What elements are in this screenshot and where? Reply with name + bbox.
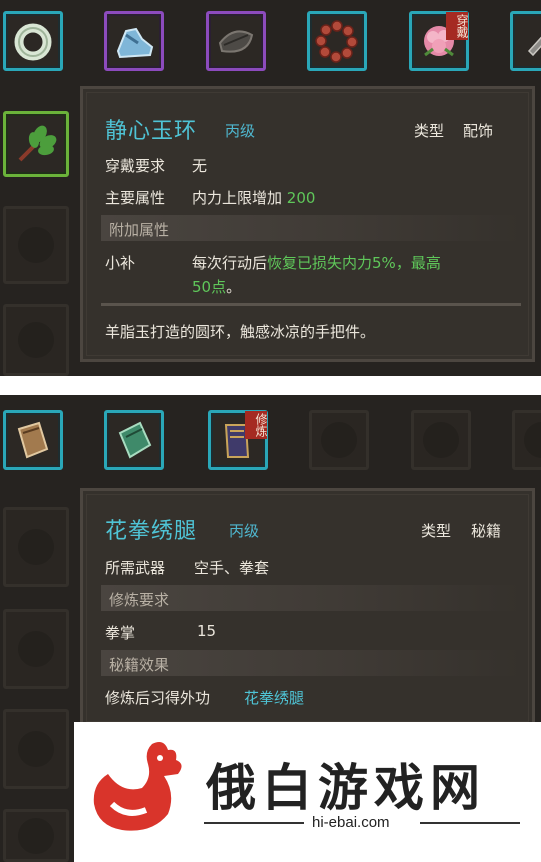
- item-slot-selected[interactable]: [3, 111, 69, 177]
- watermark-domain: hi-ebai.com: [312, 814, 390, 831]
- extra-attr-desc-line2: 50点。: [192, 278, 242, 296]
- item-slot[interactable]: [510, 11, 541, 71]
- item-slot[interactable]: [104, 11, 164, 71]
- equipment-panel: 穿戴 静心玉环 丙级 类型 配饰 穿戴要求 无 主要属性 内力上限增加 200 …: [0, 0, 541, 376]
- requirement-value: 无: [192, 157, 208, 175]
- effect-text: 修炼后习得外功: [105, 689, 211, 707]
- extra-attr-header: 附加属性: [101, 215, 521, 241]
- item-slot[interactable]: 穿戴: [409, 11, 469, 71]
- item-slot[interactable]: [3, 11, 63, 71]
- item-slot[interactable]: [3, 410, 63, 470]
- item-description: 羊脂玉打造的圆环，触感冰凉的手把件。: [105, 323, 376, 341]
- dark-stone-icon: [218, 30, 254, 53]
- weapon-label: 所需武器: [105, 559, 166, 577]
- train-skill-label: 拳掌: [105, 624, 136, 642]
- type-label: 类型: [421, 522, 452, 540]
- divider: [101, 303, 521, 306]
- item-slot[interactable]: [104, 410, 164, 470]
- gray-item-icon: [527, 36, 541, 57]
- rooster-logo-icon: [93, 742, 182, 831]
- train-requirement-header: 修炼要求: [101, 585, 521, 611]
- prayer-beads-icon: [315, 20, 358, 63]
- main-attr-label: 主要属性: [105, 189, 166, 207]
- watermark-line-left: [204, 822, 304, 824]
- extra-attr-desc-line1: 每次行动后恢复已损失内力5%，最高: [192, 254, 441, 272]
- brown-book-icon: [17, 421, 49, 459]
- watermark-line-right: [420, 822, 520, 824]
- watermark-logo-text: 俄白游戏网: [206, 759, 486, 817]
- effect-skill-name: 花拳绣腿: [244, 689, 305, 707]
- equip-tag: 穿戴: [446, 12, 469, 40]
- blue-shoe-icon: [116, 27, 154, 59]
- empty-slot[interactable]: [3, 809, 69, 862]
- extra-attr-name: 小补: [105, 254, 136, 272]
- item-name: 静心玉环: [105, 119, 198, 144]
- manual-effect-header: 秘籍效果: [101, 650, 521, 676]
- train-tag: 修炼: [245, 411, 268, 439]
- empty-slot[interactable]: [3, 206, 69, 284]
- item-slot[interactable]: [307, 11, 367, 71]
- empty-slot[interactable]: [512, 410, 541, 470]
- empty-slot[interactable]: [411, 410, 471, 470]
- type-value: 秘籍: [471, 522, 502, 540]
- empty-slot[interactable]: [309, 410, 369, 470]
- item-tooltip: 静心玉环 丙级 类型 配饰 穿戴要求 无 主要属性 内力上限增加 200 附加属…: [80, 86, 535, 362]
- requirement-label: 穿戴要求: [105, 157, 166, 175]
- jade-ring-icon: [14, 23, 52, 61]
- main-attr-line: 内力上限增加 200: [192, 189, 316, 207]
- green-book-icon: [118, 421, 152, 459]
- manual-name: 花拳绣腿: [105, 519, 198, 544]
- type-label: 类型: [414, 122, 445, 140]
- empty-slot[interactable]: [3, 507, 69, 587]
- green-herb-icon: [18, 125, 57, 162]
- empty-slot[interactable]: [3, 304, 69, 376]
- weapon-value: 空手、拳套: [194, 559, 270, 577]
- empty-slot[interactable]: [3, 609, 69, 689]
- train-skill-value: 15: [197, 622, 217, 640]
- manual-tooltip: 花拳绣腿 丙级 类型 秘籍 所需武器 空手、拳套 修炼要求 拳掌 15 秘籍效果…: [80, 488, 535, 728]
- item-grade: 丙级: [225, 122, 256, 140]
- type-value: 配饰: [463, 122, 494, 140]
- item-slot[interactable]: 修炼: [208, 410, 268, 470]
- watermark: 俄白游戏网 hi-ebai.com: [74, 722, 541, 862]
- empty-slot[interactable]: [3, 709, 69, 789]
- item-slot[interactable]: [206, 11, 266, 71]
- manual-grade: 丙级: [229, 522, 260, 540]
